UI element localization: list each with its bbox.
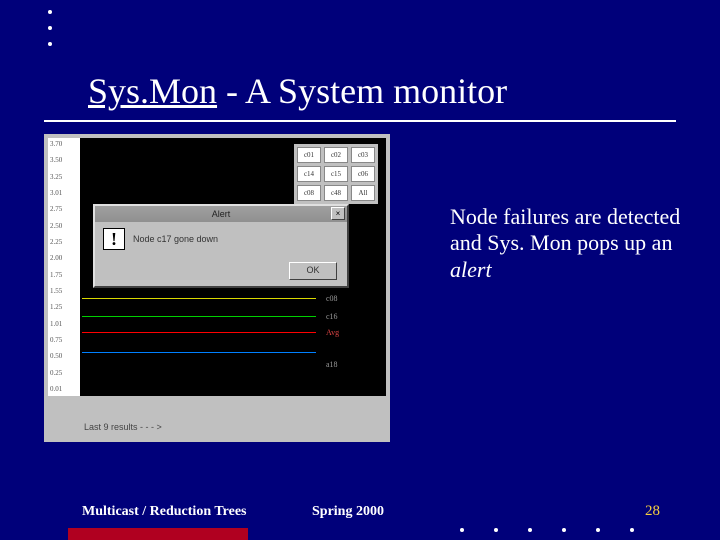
slide-title: Sys.Mon - A System monitor [88,70,507,112]
desc-alert-word: alert [450,257,492,282]
node-selector-grid: c01 c02 c03 c14 c15 c06 c08 c48 All [294,144,378,204]
slide-description: Node failures are detected and Sys. Mon … [450,204,700,283]
chart-x-caption: Last 9 results - - - > [84,422,162,432]
title-prefix: Sys.Mon [88,71,217,111]
chart-line-c16 [82,316,316,317]
node-button[interactable]: c01 [297,147,321,163]
chart-label-avg: Avg [326,328,356,337]
chart-label-c16: c16 [326,312,356,321]
close-icon[interactable]: × [331,207,345,220]
exclamation-icon: ! [103,228,125,250]
footer-left: Multicast / Reduction Trees [82,504,247,520]
sysmon-screenshot: 3.70 3.50 3.25 3.01 2.75 2.50 2.25 2.00 … [44,134,390,442]
chart-line-c08 [82,298,316,299]
node-button[interactable]: c03 [351,147,375,163]
chart-label-c08: c08 [326,294,356,303]
node-button[interactable]: c02 [324,147,348,163]
node-button[interactable]: c06 [351,166,375,182]
chart-line-avg [82,332,316,333]
alert-titlebar: Alert × [95,206,347,222]
ok-button[interactable]: OK [289,262,337,280]
decorative-bullets-bottom [460,528,634,532]
chart-line-c18 [82,352,316,353]
alert-title: Alert [212,209,231,219]
node-button[interactable]: c48 [324,185,348,201]
decorative-red-bar [68,528,248,540]
page-number: 28 [645,503,660,520]
node-button[interactable]: c08 [297,185,321,201]
alert-body: ! Node c17 gone down [95,222,347,256]
title-underline-rule [44,120,676,122]
decorative-bullets-top [48,10,52,58]
node-button[interactable]: c15 [324,166,348,182]
alert-dialog: Alert × ! Node c17 gone down OK [93,204,349,288]
chart-label-c18: a18 [326,360,356,369]
alert-message: Node c17 gone down [133,234,218,244]
footer-center: Spring 2000 [312,504,384,520]
desc-text: Node failures are detected and Sys. Mon … [450,204,680,255]
node-button[interactable]: All [351,185,375,201]
title-rest: - A System monitor [217,71,507,111]
node-button[interactable]: c14 [297,166,321,182]
chart-y-axis: 3.70 3.50 3.25 3.01 2.75 2.50 2.25 2.00 … [48,138,80,396]
